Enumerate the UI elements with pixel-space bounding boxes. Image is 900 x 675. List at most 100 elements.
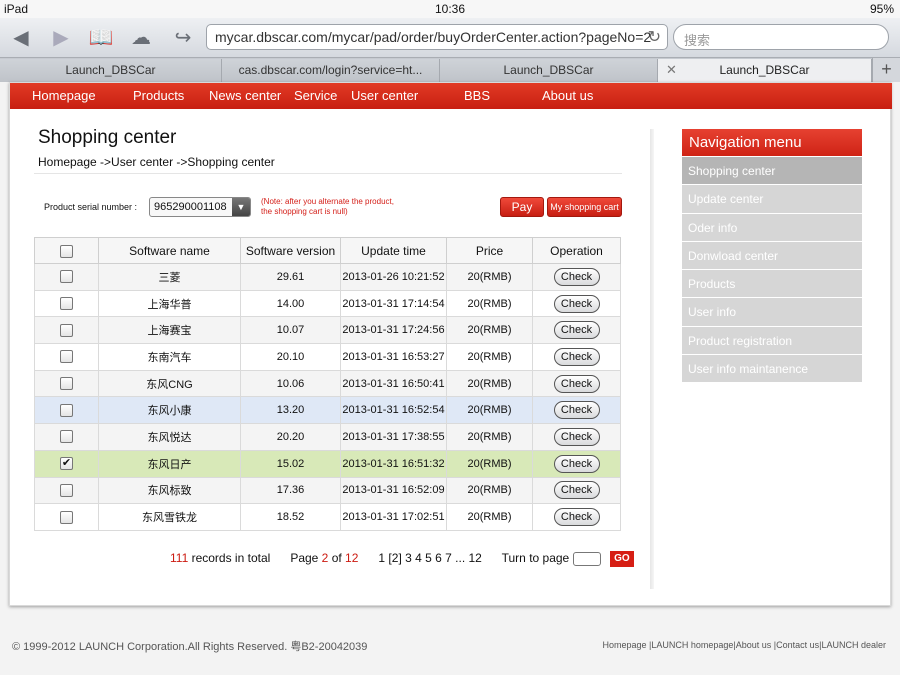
forward-icon[interactable]: ▶ (48, 25, 74, 50)
row-checkbox[interactable] (60, 297, 73, 311)
table-row[interactable]: 三菱 29.61 2013-01-26 10:21:52 20(RMB) Check (34, 263, 621, 291)
price: 20(RMB) (446, 289, 533, 318)
title-block: Shopping center Homepage ->User center -… (38, 127, 275, 169)
check-button[interactable]: Check (553, 481, 600, 500)
select-all-cell (34, 237, 99, 264)
pay-button[interactable]: Pay (500, 197, 544, 217)
nav-products[interactable]: Products (133, 88, 184, 103)
side-menu-products[interactable]: Products (682, 269, 862, 298)
software-name: 三菱 (98, 263, 241, 291)
row-checkbox[interactable] (60, 510, 73, 524)
price: 20(RMB) (446, 476, 533, 505)
goto-page-input[interactable] (572, 552, 601, 566)
serial-row: Product serial number : 965290001108 ▼ (… (34, 195, 624, 221)
nav-user-center[interactable]: User center (351, 88, 418, 103)
row-checkbox[interactable]: ✔ (60, 457, 73, 471)
side-menu-user-info-maintenance[interactable]: User info maintanence (682, 354, 862, 383)
check-button[interactable]: Check (553, 294, 600, 313)
side-menu-user-info[interactable]: User info (682, 297, 862, 326)
check-button[interactable]: Check (553, 374, 600, 393)
row-select-cell (34, 423, 99, 451)
footer-links: Homepage |LAUNCH homepage|About us |Cont… (602, 640, 886, 650)
nav-bbs[interactable]: BBS (464, 88, 490, 103)
update-time: 2013-01-31 17:24:56 (340, 316, 447, 345)
share-icon[interactable]: ↪ (170, 25, 196, 50)
check-button[interactable]: Check (553, 427, 600, 446)
operation-cell: Check (532, 289, 621, 318)
search-field[interactable]: 搜索 (673, 24, 889, 50)
url-field[interactable]: mycar.dbscar.com/mycar/pad/order/buyOrde… (206, 24, 668, 50)
table-row[interactable]: 上海赛宝 10.07 2013-01-31 17:24:56 20(RMB) Check (34, 316, 621, 345)
tab-1[interactable]: Launch_DBSCar (0, 59, 222, 82)
web-page: Homepage Products News center Service Us… (9, 82, 892, 606)
serial-value: 965290001108 (154, 201, 227, 213)
row-checkbox[interactable] (60, 350, 73, 364)
update-time: 2013-01-31 17:38:55 (340, 423, 447, 451)
status-bar: iPad 10:36 95% (0, 0, 900, 18)
side-menu-order-info[interactable]: Oder info (682, 212, 862, 241)
footer-link-contact-us[interactable]: Contact us (776, 640, 819, 650)
table-row[interactable]: 东风标致 17.36 2013-01-31 16:52:09 20(RMB) Check (34, 476, 621, 505)
check-button[interactable]: Check (553, 347, 600, 366)
check-button[interactable]: Check (553, 401, 600, 420)
footer-link-launch-homepage[interactable]: LAUNCH homepage (651, 640, 733, 650)
go-button[interactable]: GO (609, 551, 634, 567)
side-menu-product-registration[interactable]: Product registration (682, 325, 862, 355)
footer-link-about-us[interactable]: About us (736, 640, 772, 650)
software-name: 东风标致 (98, 476, 241, 505)
row-checkbox[interactable] (60, 430, 73, 444)
check-button[interactable]: Check (553, 454, 600, 473)
table-row[interactable]: 上海华普 14.00 2013-01-31 17:14:54 20(RMB) Check (34, 289, 621, 318)
check-button[interactable]: Check (553, 508, 600, 527)
back-icon[interactable]: ◀ (8, 25, 34, 50)
software-version: 10.07 (240, 316, 341, 345)
nav-news-center[interactable]: News center (209, 88, 281, 103)
my-shopping-cart-button[interactable]: My shopping cart (547, 197, 622, 217)
tab-4-active[interactable]: ✕ Launch_DBSCar (658, 59, 872, 82)
page-prefix: Page (290, 551, 322, 566)
row-select-cell (34, 476, 99, 505)
footer-link-launch-dealer[interactable]: LAUNCH dealer (821, 640, 886, 650)
nav-homepage[interactable]: Homepage (32, 88, 96, 103)
tab-3[interactable]: Launch_DBSCar (440, 59, 658, 82)
row-checkbox[interactable] (60, 483, 73, 497)
check-button[interactable]: Check (553, 267, 600, 286)
side-menu-download-center[interactable]: Donwload center (682, 240, 862, 270)
tab-2[interactable]: cas.dbscar.com/login?service=ht... (222, 59, 440, 82)
title-divider (34, 173, 622, 174)
new-tab-icon[interactable]: + (872, 58, 900, 82)
side-menu-shopping-center[interactable]: Shopping center (682, 156, 862, 185)
table-row[interactable]: 东南汽车 20.10 2013-01-31 16:53:27 20(RMB) Check (34, 343, 621, 371)
serial-number-select[interactable]: 965290001108 ▼ (149, 197, 251, 217)
table-row[interactable]: 东风小康 13.20 2013-01-31 16:52:54 20(RMB) Check (34, 396, 621, 425)
browser-toolbar: ◀ ▶ 📖 ☁ ↪ mycar.dbscar.com/mycar/pad/ord… (0, 18, 900, 58)
reload-icon[interactable]: ↻ (648, 27, 661, 47)
side-menu: Navigation menu Shopping center Update c… (682, 129, 862, 383)
table-row[interactable]: 东风CNG 10.06 2013-01-31 16:50:41 20(RMB) Chec… (34, 369, 621, 398)
chevron-down-icon: ▼ (232, 198, 250, 216)
nav-about-us[interactable]: About us (542, 88, 593, 103)
cloud-icon[interactable]: ☁ (128, 25, 154, 50)
price: 20(RMB) (446, 449, 533, 478)
table-row[interactable]: 东风雪铁龙 18.52 2013-01-31 17:02:51 20(RMB) Chec… (34, 503, 621, 531)
footer-link-homepage[interactable]: Homepage (602, 640, 646, 650)
nav-service[interactable]: Service (294, 88, 337, 103)
row-checkbox[interactable] (60, 403, 73, 417)
footer-copyright: © 1999-2012 LAUNCH Corporation.All Right… (12, 641, 368, 653)
table-row[interactable]: ✔ 东风日产 15.02 2013-01-31 16:51:32 20(RMB) Chec… (34, 449, 621, 478)
row-checkbox[interactable] (60, 377, 73, 391)
table-header: Software name Software version Update ti… (34, 237, 621, 264)
row-checkbox[interactable] (60, 323, 73, 337)
tab-4-label: Launch_DBSCar (719, 63, 810, 77)
price: 20(RMB) (446, 316, 533, 345)
table-row[interactable]: 东风悦达 20.20 2013-01-31 17:38:55 20(RMB) Check (34, 423, 621, 451)
close-tab-icon[interactable]: ✕ (666, 62, 677, 78)
bookmarks-icon[interactable]: 📖 (88, 25, 114, 50)
header-update-time: Update time (340, 237, 447, 264)
page-links[interactable]: 1 [2] 3 4 5 6 7 ... 12 (378, 551, 481, 565)
check-button[interactable]: Check (553, 321, 600, 340)
software-version: 20.10 (240, 343, 341, 371)
side-menu-update-center[interactable]: Update center (682, 184, 862, 213)
row-checkbox[interactable] (60, 270, 73, 284)
select-all-checkbox[interactable] (60, 244, 73, 258)
